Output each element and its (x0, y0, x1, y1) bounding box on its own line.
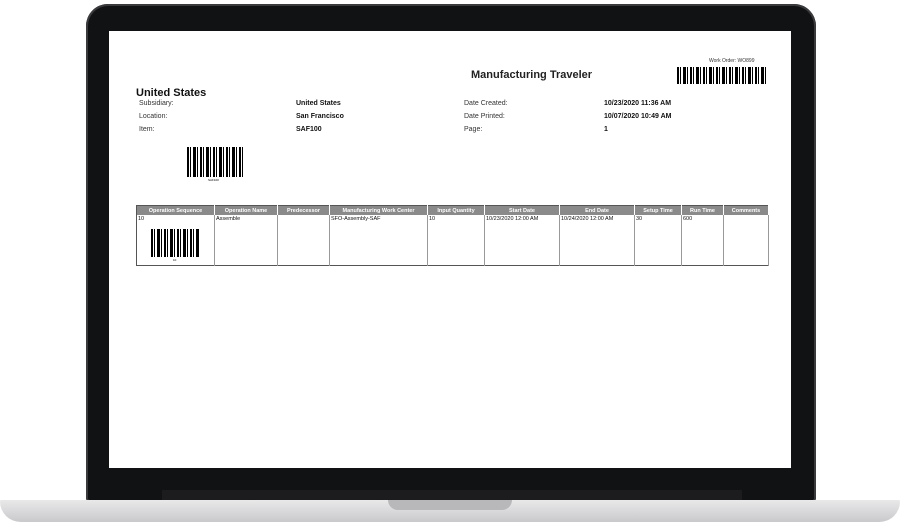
date-created-label: Date Created: (464, 100, 508, 107)
operation-barcode-caption: 10 (173, 258, 177, 262)
subsidiary-value: United States (296, 100, 341, 107)
column-header: Operation Name (214, 205, 278, 215)
date-created-value: 10/23/2020 11:36 AM (604, 100, 672, 107)
column-header: Comments (723, 205, 769, 215)
predecessor-cell (277, 215, 330, 266)
laptop-notch (388, 500, 512, 510)
operation-name-cell: Assemble (214, 215, 278, 266)
column-header: Predecessor (277, 205, 330, 215)
subsidiary-label: Subsidiary: (139, 100, 174, 107)
date-printed-value: 10/07/2020 10:49 AM (604, 113, 672, 120)
work-order-label: Work Order: WO899 (709, 58, 755, 64)
table-row: 10 10 Assemble SFO-Assembly-SAF 10 10/23… (136, 215, 769, 266)
operation-sequence-cell: 10 10 (136, 215, 215, 266)
item-value: SAF100 (296, 126, 322, 133)
column-header: Manufacturing Work Center (329, 205, 428, 215)
work-center-cell: SFO-Assembly-SAF (329, 215, 428, 266)
item-barcode-caption: SAF100 (208, 178, 219, 182)
column-header: Operation Sequence (136, 205, 215, 215)
item-label: Item: (139, 126, 155, 133)
setup-time-cell: 30 (634, 215, 682, 266)
column-header: Setup Time (634, 205, 682, 215)
company-name: United States (136, 87, 207, 99)
page-label: Page: (464, 126, 483, 133)
location-label: Location: (139, 113, 168, 120)
page-value: 1 (604, 126, 608, 133)
input-quantity-cell: 10 (427, 215, 485, 266)
work-order-barcode (677, 67, 767, 84)
document-page: Work Order: WO899 Manufacturing Traveler… (109, 31, 791, 468)
document-title: Manufacturing Traveler (471, 69, 593, 81)
end-date-cell: 10/24/2020 12:00 AM (559, 215, 635, 266)
table-header-row: Operation Sequence Operation Name Predec… (136, 205, 769, 215)
operation-sequence-value: 10 (138, 216, 145, 222)
date-printed-label: Date Printed: (464, 113, 505, 120)
operation-barcode (151, 229, 200, 257)
comments-cell (723, 215, 769, 266)
start-date-cell: 10/23/2020 12:00 AM (484, 215, 560, 266)
column-header: Run Time (681, 205, 724, 215)
column-header: Start Date (484, 205, 560, 215)
column-header: End Date (559, 205, 635, 215)
location-value: San Francisco (296, 113, 344, 120)
run-time-cell: 600 (681, 215, 724, 266)
column-header: Input Quantity (427, 205, 485, 215)
operations-table: Operation Sequence Operation Name Predec… (136, 205, 769, 266)
item-barcode (187, 147, 243, 177)
